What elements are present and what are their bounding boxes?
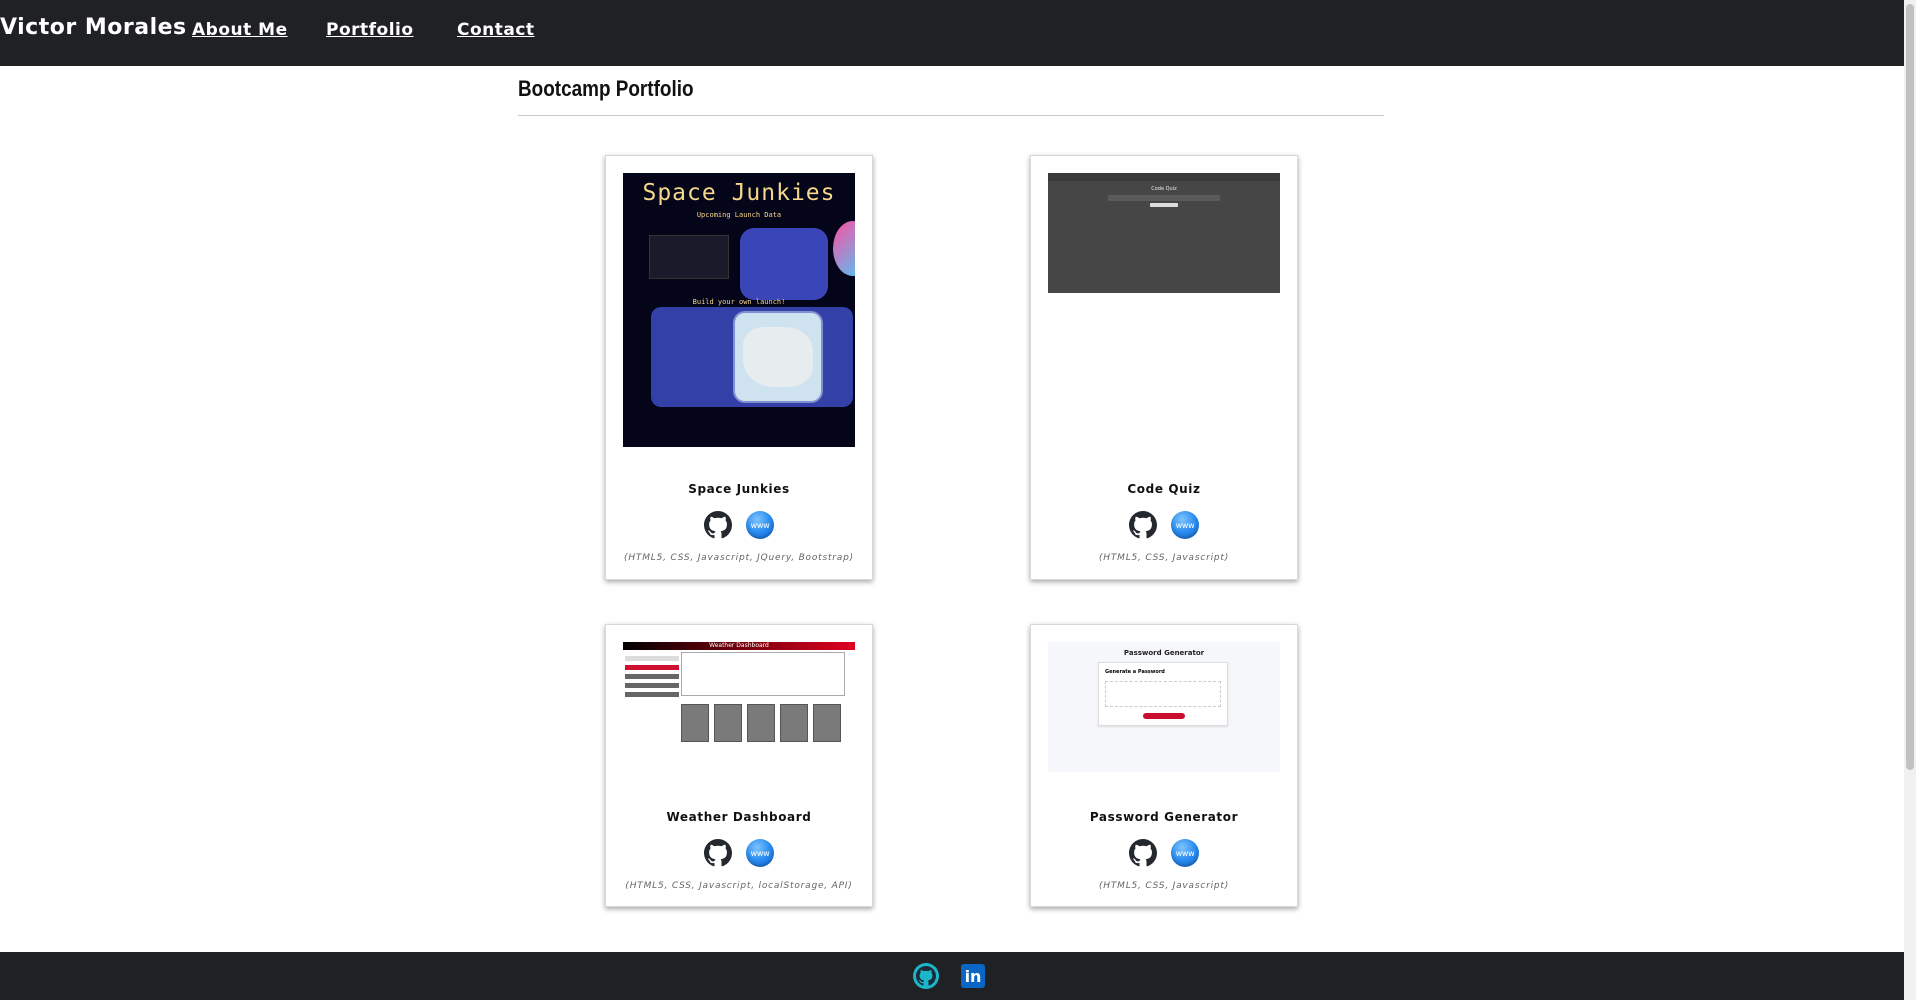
space-junkies-thumb-title: Space Junkies <box>642 180 836 206</box>
linkedin-icon[interactable]: in <box>961 964 985 988</box>
space-junkies-thumb-planet <box>833 221 855 276</box>
github-icon[interactable] <box>704 511 732 539</box>
project-tech-stack: (HTML5, CSS, Javascript, JQuery, Bootstr… <box>624 553 854 563</box>
password-generator-thumb-card-title: Generate a Password <box>1105 669 1165 675</box>
weather-dashboard-thumb-header: Weather Dashboard <box>623 642 855 650</box>
space-junkies-thumb-build-heading: Build your own launch! <box>692 298 786 306</box>
www-icon[interactable]: www <box>1171 511 1199 539</box>
github-icon[interactable] <box>704 839 732 867</box>
weather-dashboard-thumb-sidebar <box>625 656 679 701</box>
www-icon[interactable]: www <box>746 839 774 867</box>
project-tech-stack: (HTML5, CSS, Javascript) <box>1098 553 1230 563</box>
project-title: Password Generator <box>1089 810 1239 824</box>
project-links: www <box>1031 839 1297 867</box>
github-icon[interactable] <box>1129 511 1157 539</box>
project-card-code-quiz: Code Quiz Code Quiz www (HTML5, CSS, Jav… <box>1030 155 1298 580</box>
space-junkies-screenshot[interactable]: Space Junkies Upcoming Launch Data Build… <box>623 173 855 447</box>
project-title: Weather Dashboard <box>666 810 812 824</box>
project-links: www <box>606 839 872 867</box>
password-generator-thumb-title: Password Generator <box>1123 649 1205 657</box>
project-tech-stack: (HTML5, CSS, Javascript) <box>1098 881 1230 891</box>
code-quiz-thumb-text <box>1108 195 1220 201</box>
weather-dashboard-thumb-forecast-card <box>780 704 808 742</box>
weather-dashboard-thumb-current <box>681 652 845 696</box>
password-generator-thumb-button <box>1143 713 1185 719</box>
footer: in <box>0 952 1904 1000</box>
password-generator-screenshot[interactable]: Password Generator Generate a Password <box>1048 642 1280 772</box>
password-generator-thumb-card: Generate a Password <box>1098 662 1228 726</box>
weather-dashboard-thumb-forecast-card <box>813 704 841 742</box>
code-quiz-thumb-title: Code Quiz <box>1151 186 1177 192</box>
code-quiz-thumb-button <box>1150 203 1178 207</box>
password-generator-thumb-textarea <box>1105 681 1221 707</box>
footer-social-links: in <box>913 963 985 989</box>
space-junkies-thumb-info-bubble <box>740 228 828 300</box>
weather-dashboard-screenshot[interactable]: Weather Dashboard <box>623 642 855 772</box>
www-icon[interactable]: www <box>746 511 774 539</box>
nav-link-portfolio[interactable]: Portfolio <box>326 20 414 40</box>
github-icon[interactable] <box>1129 839 1157 867</box>
code-quiz-thumb-header <box>1048 173 1280 181</box>
project-title: Code Quiz <box>1127 482 1201 496</box>
project-title: Space Junkies <box>688 482 790 496</box>
scrollbar-thumb[interactable] <box>1906 4 1914 770</box>
space-junkies-thumb-photo <box>649 235 729 279</box>
brand-name[interactable]: Victor Morales <box>0 15 187 40</box>
project-links: www <box>1031 511 1297 539</box>
section-divider <box>518 115 1384 116</box>
navbar: Victor Morales About Me Portfolio Contac… <box>0 0 1904 66</box>
project-tech-stack: (HTML5, CSS, Javascript, localStorage, A… <box>625 881 853 891</box>
page-scrollbar[interactable] <box>1904 0 1916 1000</box>
project-card-password-generator: Password Generator Generate a Password P… <box>1030 624 1298 907</box>
github-icon[interactable] <box>913 963 939 989</box>
section-title: Bootcamp Portfolio <box>518 76 694 101</box>
project-card-space-junkies: Space Junkies Upcoming Launch Data Build… <box>605 155 873 580</box>
code-quiz-screenshot[interactable]: Code Quiz <box>1048 173 1280 293</box>
nav-link-contact[interactable]: Contact <box>457 20 535 40</box>
space-junkies-thumb-map <box>733 311 823 403</box>
project-links: www <box>606 511 872 539</box>
weather-dashboard-thumb-forecast-card <box>681 704 709 742</box>
weather-dashboard-thumb-forecast-card <box>747 704 775 742</box>
space-junkies-thumb-subtitle: Upcoming Launch Data <box>696 211 782 219</box>
weather-dashboard-thumb-forecast-card <box>714 704 742 742</box>
nav-link-about-me[interactable]: About Me <box>192 20 288 40</box>
www-icon[interactable]: www <box>1171 839 1199 867</box>
project-card-weather-dashboard: Weather Dashboard Weather Dashboard www … <box>605 624 873 907</box>
